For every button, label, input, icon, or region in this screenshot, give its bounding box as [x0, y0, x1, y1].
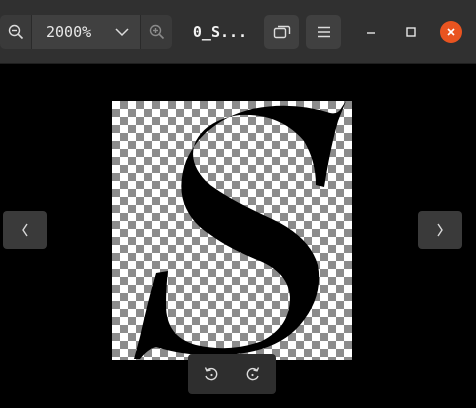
menu-button[interactable]: [306, 15, 341, 49]
rotate-right-icon: [246, 367, 260, 381]
chevron-down-icon: [115, 28, 129, 37]
image-viewer-window: 2000% 0_S...: [0, 0, 476, 408]
rotate-left-button[interactable]: [192, 356, 230, 392]
zoom-controls: 2000%: [0, 15, 172, 49]
close-icon: [447, 28, 455, 36]
hamburger-menu-icon: [317, 26, 330, 38]
maximize-icon: [406, 27, 416, 37]
chevron-right-icon: [437, 223, 443, 237]
zoom-out-button[interactable]: [0, 15, 32, 49]
zoom-level-text: 2000%: [46, 23, 92, 41]
zoom-in-icon: [149, 24, 164, 40]
window-title: 0_S...: [192, 23, 248, 41]
minimize-button[interactable]: [356, 15, 386, 49]
rotate-left-icon: [204, 367, 218, 381]
next-image-button[interactable]: [418, 211, 462, 249]
gallery-icon: [273, 25, 290, 39]
close-button[interactable]: [440, 21, 462, 43]
zoom-out-icon: [8, 24, 23, 40]
gallery-button[interactable]: [264, 15, 299, 49]
previous-image-button[interactable]: [3, 211, 47, 249]
maximize-button[interactable]: [396, 15, 426, 49]
chevron-left-icon: [22, 223, 28, 237]
letter-s-image: [134, 101, 346, 359]
rotate-controls: [188, 354, 276, 394]
rotate-right-button[interactable]: [234, 356, 272, 392]
zoom-dropdown-button[interactable]: [104, 15, 140, 49]
headerbar: 2000% 0_S...: [0, 0, 476, 64]
image-canvas[interactable]: [112, 101, 352, 360]
minimize-icon: [367, 32, 375, 34]
zoom-in-button[interactable]: [140, 15, 172, 49]
